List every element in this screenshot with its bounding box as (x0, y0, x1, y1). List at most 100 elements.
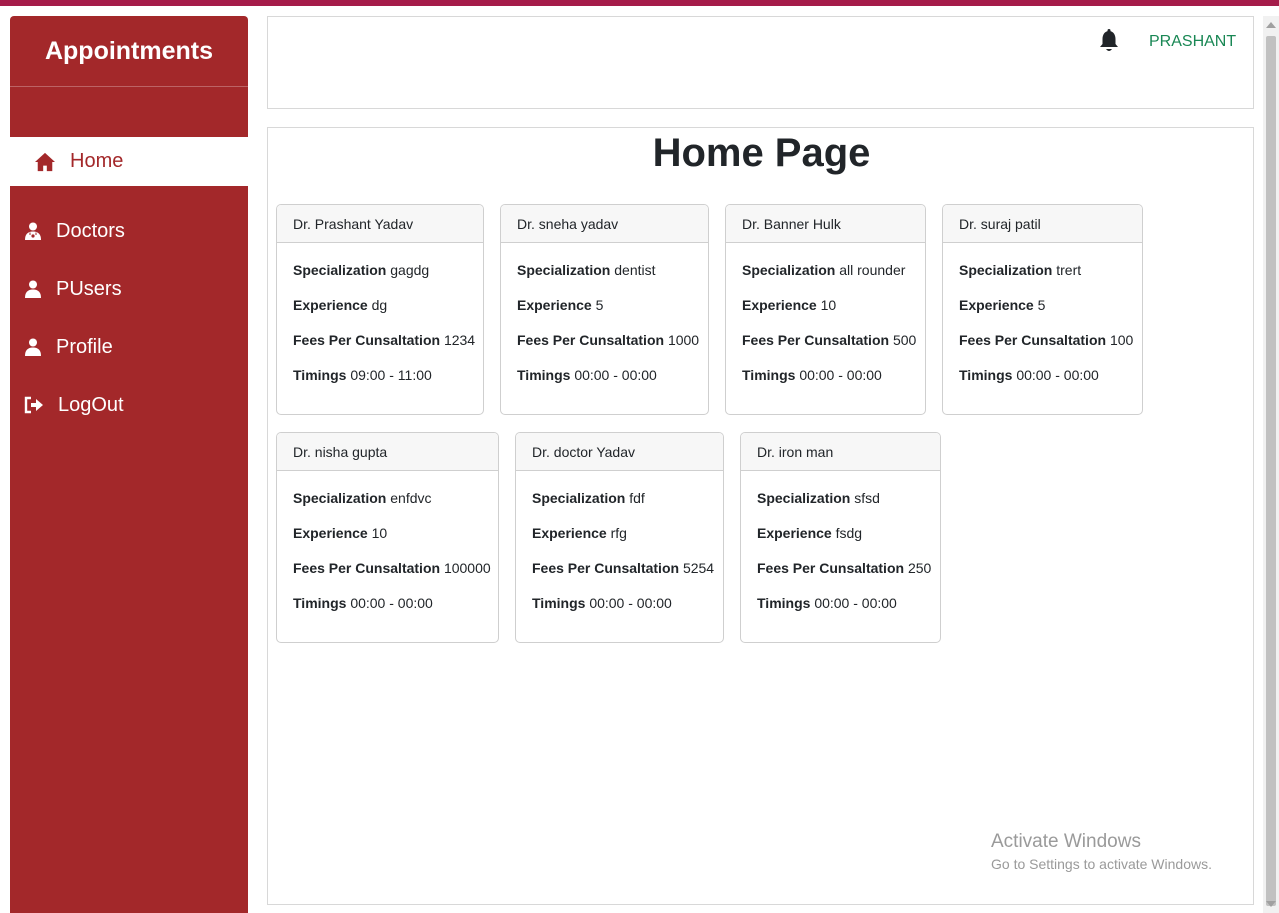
field-label: Specialization (517, 262, 611, 278)
specialization-value: trert (1056, 262, 1082, 278)
field-label: Fees Per Cunsaltation (517, 332, 665, 348)
field-label: Experience (532, 525, 607, 541)
field-label: Experience (742, 297, 817, 313)
experience-value: fsdg (835, 525, 863, 541)
field-label: Specialization (293, 490, 387, 506)
username-link[interactable]: PRASHANT (1149, 33, 1236, 51)
sidebar-item-label: LogOut (58, 393, 124, 416)
vertical-scrollbar[interactable] (1263, 16, 1279, 913)
sidebar-item-label: Home (70, 150, 124, 172)
specialization-value: fdf (629, 490, 645, 506)
doctor-icon (25, 222, 41, 240)
timings-value: 00:00 - 00:00 (589, 595, 672, 611)
main-content: Home Page Dr. Prashant Yadav Specializat… (267, 127, 1254, 905)
field-label: Fees Per Cunsaltation (293, 332, 441, 348)
field-label: Specialization (742, 262, 836, 278)
timings-value: 00:00 - 00:00 (574, 367, 657, 383)
timings-value: 00:00 - 00:00 (799, 367, 882, 383)
doctor-card[interactable]: Dr. Banner Hulk Specialization all round… (725, 204, 926, 415)
specialization-value: dentist (614, 262, 656, 278)
specialization-value: enfdvc (390, 490, 432, 506)
timings-value: 09:00 - 11:00 (350, 367, 432, 383)
fees-value: 1234 (443, 332, 476, 348)
app-title: Appointments (10, 16, 248, 87)
watermark-subtitle: Go to Settings to activate Windows. (991, 856, 1212, 872)
bell-icon[interactable] (1098, 29, 1120, 53)
field-label: Timings (757, 595, 811, 611)
sidebar-item-pusers[interactable]: PUsers (10, 260, 248, 318)
fees-value: 5254 (682, 560, 715, 576)
field-label: Fees Per Cunsaltation (532, 560, 680, 576)
field-label: Timings (742, 367, 796, 383)
watermark-title: Activate Windows (991, 831, 1141, 852)
sidebar-item-doctors[interactable]: Doctors (10, 202, 248, 260)
timings-value: 00:00 - 00:00 (350, 595, 433, 611)
field-label: Timings (532, 595, 586, 611)
doctor-name: Dr. Prashant Yadav (277, 205, 483, 243)
experience-value: 5 (595, 297, 604, 313)
home-icon (35, 152, 55, 171)
field-label: Experience (517, 297, 592, 313)
field-label: Timings (517, 367, 571, 383)
fees-value: 100000 (443, 560, 491, 576)
timings-value: 00:00 - 00:00 (1016, 367, 1099, 383)
doctor-name: Dr. suraj patil (943, 205, 1142, 243)
field-label: Specialization (532, 490, 626, 506)
fees-value: 250 (907, 560, 932, 576)
fees-value: 500 (892, 332, 917, 348)
field-label: Experience (757, 525, 832, 541)
field-label: Fees Per Cunsaltation (293, 560, 441, 576)
timings-value: 00:00 - 00:00 (814, 595, 897, 611)
experience-value: rfg (610, 525, 627, 541)
sidebar: Appointments Home Doctors PUsers Profile… (10, 16, 248, 913)
experience-value: 10 (820, 297, 837, 313)
field-label: Fees Per Cunsaltation (757, 560, 905, 576)
doctor-card[interactable]: Dr. Prashant Yadav Specialization gagdg … (276, 204, 484, 415)
scroll-down-arrow-icon[interactable] (1266, 901, 1276, 907)
field-label: Experience (293, 297, 368, 313)
sidebar-item-logout[interactable]: LogOut (10, 376, 248, 434)
doctor-card[interactable]: Dr. sneha yadav Specialization dentist E… (500, 204, 709, 415)
doctor-card[interactable]: Dr. doctor Yadav Specialization fdf Expe… (515, 432, 724, 643)
field-label: Timings (959, 367, 1013, 383)
field-label: Fees Per Cunsaltation (742, 332, 890, 348)
user-icon (25, 338, 41, 356)
experience-value: dg (371, 297, 388, 313)
field-label: Timings (293, 367, 347, 383)
field-label: Experience (959, 297, 1034, 313)
experience-value: 5 (1037, 297, 1046, 313)
field-label: Specialization (293, 262, 387, 278)
sidebar-item-home[interactable]: Home (10, 137, 248, 186)
specialization-value: all rounder (839, 262, 906, 278)
doctor-card[interactable]: Dr. nisha gupta Specialization enfdvc Ex… (276, 432, 499, 643)
specialization-value: gagdg (390, 262, 430, 278)
sidebar-item-label: Profile (56, 335, 113, 358)
field-label: Timings (293, 595, 347, 611)
windows-activation-watermark: Activate Windows Go to Settings to activ… (991, 830, 1212, 874)
user-icon (25, 280, 41, 298)
sidebar-item-profile[interactable]: Profile (10, 318, 248, 376)
scroll-up-arrow-icon[interactable] (1266, 22, 1276, 28)
doctor-card[interactable]: Dr. suraj patil Specialization trert Exp… (942, 204, 1143, 415)
top-header: PRASHANT (267, 16, 1254, 109)
field-label: Specialization (959, 262, 1053, 278)
doctor-name: Dr. sneha yadav (501, 205, 708, 243)
sidebar-item-label: PUsers (56, 277, 122, 300)
doctor-name: Dr. nisha gupta (277, 433, 498, 471)
page-title: Home Page (652, 131, 871, 175)
top-accent-strip (0, 0, 1279, 6)
fees-value: 100 (1109, 332, 1134, 348)
doctor-card[interactable]: Dr. iron man Specialization sfsd Experie… (740, 432, 941, 643)
sidebar-menu: Home Doctors PUsers Profile LogOut (10, 137, 248, 434)
field-label: Experience (293, 525, 368, 541)
specialization-value: sfsd (854, 490, 880, 506)
scrollbar-thumb[interactable] (1266, 36, 1276, 906)
field-label: Fees Per Cunsaltation (959, 332, 1107, 348)
doctor-name: Dr. doctor Yadav (516, 433, 723, 471)
sidebar-item-label: Doctors (56, 219, 125, 242)
doctor-name: Dr. Banner Hulk (726, 205, 925, 243)
fees-value: 1000 (667, 332, 700, 348)
field-label: Specialization (757, 490, 851, 506)
doctor-name: Dr. iron man (741, 433, 940, 471)
experience-value: 10 (371, 525, 388, 541)
